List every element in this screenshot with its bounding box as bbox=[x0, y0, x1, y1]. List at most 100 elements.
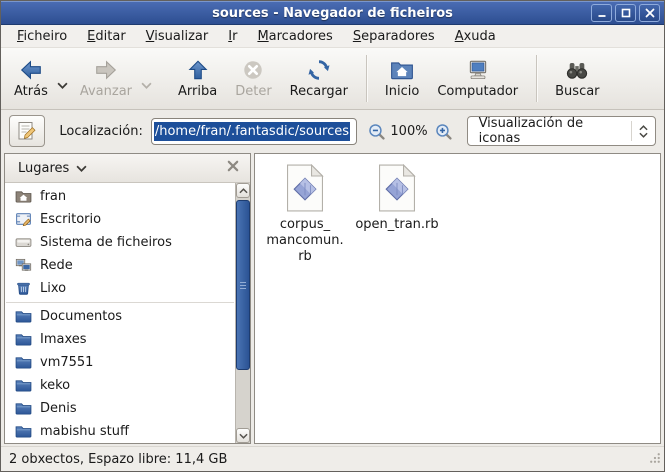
sidebar-item-denis[interactable]: Denis bbox=[5, 397, 235, 420]
location-input[interactable]: /home/fran/.fantasdic/sources bbox=[151, 118, 358, 145]
back-button[interactable]: Atrás bbox=[5, 55, 57, 102]
toolbar-separator bbox=[536, 55, 537, 102]
resize-grip[interactable] bbox=[647, 450, 662, 469]
zoom-in-button[interactable] bbox=[434, 122, 453, 141]
menu-separadores[interactable]: Separadores bbox=[343, 27, 445, 46]
folder-icon bbox=[15, 377, 32, 394]
location-path-selected-text: /home/fran/.fantasdic/sources bbox=[154, 122, 350, 141]
sidebar-item-imaxes[interactable]: Imaxes bbox=[5, 328, 235, 351]
chevron-up-icon bbox=[239, 188, 248, 194]
sidebar-header: Lugares bbox=[5, 154, 250, 183]
reload-button[interactable]: Recargar bbox=[281, 55, 357, 102]
menu-marcadores[interactable]: Marcadores bbox=[247, 27, 342, 46]
stop-button: Deter bbox=[226, 55, 280, 102]
menubar: Ficheiro Editar Visualizar Ir Marcadores… bbox=[1, 25, 664, 48]
chevron-down-icon bbox=[76, 165, 87, 172]
window-title: sources - Navegador de ficheiros bbox=[1, 6, 664, 21]
up-button[interactable]: Arriba bbox=[169, 55, 226, 102]
home-button[interactable]: Inicio bbox=[376, 55, 428, 102]
arrow-right-icon bbox=[94, 58, 118, 82]
sidebar-scrollbar[interactable] bbox=[235, 183, 250, 443]
file-corpus-mancomun-rb[interactable]: corpus_ mancomun. rb bbox=[259, 164, 351, 265]
forward-button: Avanzar bbox=[71, 55, 141, 102]
ruby-file-icon bbox=[376, 164, 418, 212]
places-list: fran Escritorio Sistema de ficheiros Red… bbox=[5, 183, 235, 443]
sidebar-close-button[interactable] bbox=[223, 158, 243, 178]
chevron-down-icon bbox=[239, 433, 248, 439]
menu-editar[interactable]: Editar bbox=[77, 27, 136, 46]
titlebar[interactable]: sources - Navegador de ficheiros bbox=[1, 1, 664, 25]
arrow-left-icon bbox=[19, 58, 43, 82]
home-folder-icon bbox=[390, 58, 414, 82]
sidebar-item-mabishu-stuff[interactable]: mabishu stuff bbox=[5, 420, 235, 443]
menu-ficheiro[interactable]: Ficheiro bbox=[7, 27, 77, 46]
maximize-icon bbox=[621, 8, 631, 18]
close-icon bbox=[645, 8, 655, 18]
scroll-down-button[interactable] bbox=[236, 428, 250, 443]
menu-visualizar[interactable]: Visualizar bbox=[136, 27, 219, 46]
location-edit-toggle-button[interactable] bbox=[9, 115, 45, 147]
zoom-in-icon bbox=[434, 122, 453, 141]
search-button[interactable]: Buscar bbox=[546, 55, 608, 102]
view-mode-select[interactable]: Visualización de iconas bbox=[467, 116, 656, 146]
combo-chevrons-icon bbox=[631, 121, 648, 141]
binoculars-icon bbox=[565, 58, 589, 82]
network-icon bbox=[15, 257, 32, 274]
desktop-icon bbox=[15, 211, 32, 228]
sidebar-item-lixo[interactable]: Lixo bbox=[5, 277, 235, 300]
sidebar-item-fran[interactable]: fran bbox=[5, 185, 235, 208]
toolbar-separator bbox=[366, 55, 367, 102]
computer-icon bbox=[466, 58, 490, 82]
file-view[interactable]: corpus_ mancomun. rb open_tran.rb bbox=[254, 153, 661, 444]
folder-icon bbox=[15, 423, 32, 440]
arrow-up-icon bbox=[186, 58, 210, 82]
resize-grip-icon bbox=[647, 450, 662, 465]
drive-icon bbox=[15, 234, 32, 251]
sidebar-item-rede[interactable]: Rede bbox=[5, 254, 235, 277]
sidebar-mode-select[interactable]: Lugares bbox=[12, 158, 93, 179]
zoom-out-icon bbox=[367, 122, 386, 141]
refresh-icon bbox=[307, 58, 331, 82]
zoom-level: 100% bbox=[390, 124, 427, 139]
edit-note-icon bbox=[16, 120, 38, 142]
scroll-up-button[interactable] bbox=[236, 183, 250, 198]
back-dropdown[interactable] bbox=[57, 64, 71, 93]
folder-icon bbox=[15, 354, 32, 371]
minimize-icon bbox=[597, 8, 607, 18]
folder-icon bbox=[15, 308, 32, 325]
file-manager-window: sources - Navegador de ficheiros Ficheir… bbox=[0, 0, 665, 472]
location-bar: Localización: /home/fran/.fantasdic/sour… bbox=[1, 110, 664, 152]
sidebar-item-vm7551[interactable]: vm7551 bbox=[5, 351, 235, 374]
close-button[interactable] bbox=[639, 4, 660, 22]
scrollbar-thumb[interactable] bbox=[236, 200, 250, 370]
file-name: open_tran.rb bbox=[355, 217, 438, 233]
minimize-button[interactable] bbox=[591, 4, 612, 22]
chevron-down-icon bbox=[141, 82, 152, 89]
sidebar-mode-label: Lugares bbox=[18, 161, 69, 176]
sidebar-item-escritorio[interactable]: Escritorio bbox=[5, 208, 235, 231]
menu-ir[interactable]: Ir bbox=[218, 27, 247, 46]
scrollbar-trough[interactable] bbox=[236, 372, 250, 428]
folder-icon bbox=[15, 331, 32, 348]
file-name: corpus_ mancomun. rb bbox=[266, 217, 343, 265]
forward-dropdown bbox=[141, 64, 155, 93]
view-mode-value: Visualización de iconas bbox=[479, 116, 621, 146]
computer-button[interactable]: Computador bbox=[428, 55, 527, 102]
places-sidebar: Lugares fran Escritorio bbox=[4, 153, 251, 444]
stop-icon bbox=[241, 58, 265, 82]
trash-icon bbox=[15, 280, 32, 297]
status-text: 2 obxectos, Espazo libre: 11,4 GB bbox=[9, 452, 227, 467]
sidebar-body: fran Escritorio Sistema de ficheiros Red… bbox=[5, 183, 250, 443]
zoom-out-button[interactable] bbox=[367, 122, 386, 141]
content-area: Lugares fran Escritorio bbox=[1, 152, 664, 446]
ruby-file-icon bbox=[284, 164, 326, 212]
sidebar-item-filesystem[interactable]: Sistema de ficheiros bbox=[5, 231, 235, 254]
menu-axuda[interactable]: Axuda bbox=[445, 27, 506, 46]
home-folder-icon bbox=[15, 188, 32, 205]
sidebar-item-keko[interactable]: keko bbox=[5, 374, 235, 397]
sidebar-item-documentos[interactable]: Documentos bbox=[5, 305, 235, 328]
maximize-button[interactable] bbox=[615, 4, 636, 22]
file-open-tran-rb[interactable]: open_tran.rb bbox=[351, 164, 443, 233]
location-label: Localización: bbox=[59, 124, 142, 139]
close-icon bbox=[227, 160, 239, 172]
